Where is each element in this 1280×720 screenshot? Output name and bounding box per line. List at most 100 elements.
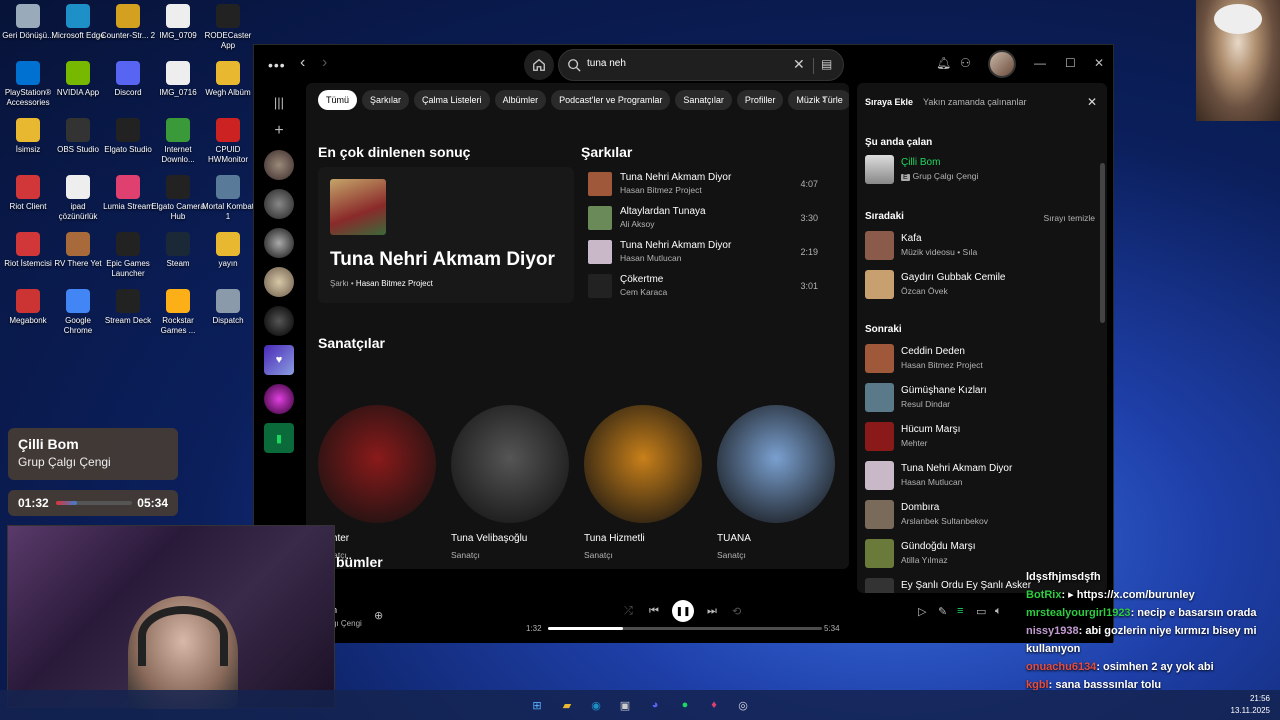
next-icon[interactable]: ⏭ bbox=[707, 605, 717, 618]
queue-item[interactable]: Ceddin Deden Hasan Bitmez Project bbox=[865, 344, 1095, 376]
browse-icon[interactable]: ▤ bbox=[821, 57, 832, 71]
discord-icon[interactable]: ◕ bbox=[645, 695, 665, 715]
desktop-icon[interactable]: Geri Dönüşü... bbox=[0, 4, 56, 41]
filter-chip[interactable]: Şarkılar bbox=[362, 90, 410, 110]
desktop-icon[interactable]: CPUID HWMonitor bbox=[200, 118, 256, 165]
desktop-icon[interactable]: Discord bbox=[100, 61, 156, 98]
desktop-icon[interactable]: OBS Studio bbox=[50, 118, 106, 155]
desktop-icon[interactable]: Steam bbox=[150, 232, 206, 269]
home-button[interactable] bbox=[524, 50, 554, 80]
friends-icon[interactable]: ⚇ bbox=[960, 56, 971, 70]
filter-chip[interactable]: Çalma Listeleri bbox=[414, 90, 490, 110]
library-item[interactable] bbox=[264, 189, 294, 219]
desktop-icon[interactable]: Riot İstemcisi bbox=[0, 232, 56, 269]
volume-icon[interactable]: 🔈︎ bbox=[995, 605, 1002, 618]
filter-chip[interactable]: Müzik Türle bbox=[788, 90, 849, 110]
lumia-icon[interactable]: ♦ bbox=[704, 695, 724, 715]
library-item[interactable] bbox=[264, 150, 294, 180]
file-explorer-icon[interactable]: ▰ bbox=[557, 695, 577, 715]
filter-chip[interactable]: Sanatçılar bbox=[675, 90, 732, 110]
tab-recently-played[interactable]: Yakın zamanda çalınanlar bbox=[923, 97, 1026, 107]
pause-button[interactable]: ❚❚ bbox=[672, 600, 694, 622]
system-clock[interactable]: 21:56 13.11.2025 bbox=[1231, 693, 1270, 717]
desktop-icon[interactable]: Epic Games Launcher bbox=[100, 232, 156, 279]
queue-item[interactable]: Hücum Marşı Mehter bbox=[865, 422, 1095, 454]
bell-icon[interactable]: 🔔︎ bbox=[936, 56, 951, 70]
desktop-icon[interactable]: Google Chrome bbox=[50, 289, 106, 336]
scrollbar[interactable] bbox=[1100, 163, 1105, 323]
filter-chip[interactable]: Profiller bbox=[736, 90, 784, 110]
search-input[interactable] bbox=[587, 58, 787, 69]
add-icon[interactable]: + bbox=[260, 122, 298, 140]
desktop-icon[interactable]: Microsoft Edge bbox=[50, 4, 106, 41]
desktop-icon[interactable]: Rockstar Games ... bbox=[150, 289, 206, 336]
queue-item[interactable]: Gaydırı Gubbak Cemile Özcan Övek bbox=[865, 270, 1095, 302]
song-row[interactable]: Çökertme Cem Karaca 3:01 bbox=[588, 271, 818, 305]
forward-arrow-icon[interactable]: › bbox=[322, 54, 327, 72]
artist-card[interactable]: MehterSanatçı bbox=[318, 405, 436, 560]
desktop-icon[interactable]: IMG_0716 bbox=[150, 61, 206, 98]
desktop-icon[interactable]: Wegh Albüm bbox=[200, 61, 256, 98]
liked-songs-item[interactable]: ♥ bbox=[264, 345, 294, 375]
lyrics-icon[interactable]: ✎ bbox=[938, 605, 947, 618]
library-item[interactable] bbox=[264, 384, 294, 414]
desktop-icon[interactable]: İsimsiz bbox=[0, 118, 56, 155]
clear-queue-button[interactable]: Sırayı temizle bbox=[1044, 213, 1096, 223]
chevron-right-icon[interactable]: › bbox=[822, 92, 826, 106]
desktop-icon[interactable]: Counter-Str... 2 bbox=[100, 4, 156, 41]
desktop-icon[interactable]: Dispatch bbox=[200, 289, 256, 326]
queue-icon[interactable]: ≡ bbox=[957, 605, 963, 617]
desktop-icon[interactable]: Stream Deck bbox=[100, 289, 156, 326]
progress-bar[interactable] bbox=[548, 627, 822, 630]
queue-item[interactable]: Tuna Nehri Akmam Diyor Hasan Mutlucan bbox=[865, 461, 1095, 493]
now-playing-view-icon[interactable]: ▷ bbox=[918, 605, 926, 618]
queue-item[interactable]: Gümüşhane Kızları Resul Dindar bbox=[865, 383, 1095, 415]
menu-dots-icon[interactable]: ••• bbox=[268, 57, 286, 73]
back-arrow-icon[interactable]: ‹ bbox=[300, 54, 305, 72]
desktop-icon[interactable]: Megabonk bbox=[0, 289, 56, 326]
desktop-icon[interactable]: Elgato Studio bbox=[100, 118, 156, 155]
close-icon[interactable]: ✕ bbox=[1094, 56, 1104, 70]
song-row[interactable]: Altaylardan Tunaya Ali Aksoy 3:30 bbox=[588, 203, 818, 237]
desktop-icon[interactable]: IMG_0709 bbox=[150, 4, 206, 41]
shuffle-icon[interactable]: ⤮ bbox=[624, 605, 633, 618]
library-item[interactable] bbox=[264, 228, 294, 258]
filter-chip[interactable]: Podcast'ler ve Programlar bbox=[551, 90, 671, 110]
connect-device-icon[interactable]: ▭ bbox=[976, 605, 986, 618]
queue-item[interactable]: Kafa Müzik videosu • Sıla bbox=[865, 231, 1095, 263]
previous-icon[interactable]: ⏮ bbox=[649, 605, 659, 618]
song-row[interactable]: Tuna Nehri Akmam Diyor Hasan Mutlucan 2:19 bbox=[588, 237, 818, 271]
maximize-icon[interactable]: ☐ bbox=[1065, 56, 1076, 70]
store-icon[interactable]: ▣ bbox=[615, 695, 635, 715]
top-result-card[interactable]: Tuna Nehri Akmam Diyor Şarkı • Hasan Bit… bbox=[318, 167, 574, 303]
minimize-icon[interactable]: — bbox=[1034, 56, 1046, 70]
now-playing-item[interactable]: Çilli Bom E Grup Çalgı Çengi bbox=[865, 155, 1095, 187]
desktop-icon[interactable]: RV There Yet bbox=[50, 232, 106, 269]
artist-card[interactable]: TUANA Sanatçı bbox=[717, 405, 835, 560]
search-bar[interactable]: ✕ ▤ bbox=[558, 49, 844, 81]
add-to-library-icon[interactable]: ⊕ bbox=[374, 609, 383, 622]
repeat-icon[interactable]: ⟲ bbox=[732, 605, 741, 618]
tab-queue[interactable]: Sıraya Ekle bbox=[865, 97, 913, 107]
desktop-icon[interactable]: Riot Client bbox=[0, 175, 56, 212]
queue-item[interactable]: Dombıra Arslanbek Sultanbekov bbox=[865, 500, 1095, 532]
queue-item[interactable]: Gündoğdu Marşı Atilla Yılmaz bbox=[865, 539, 1095, 571]
desktop-icon[interactable]: Lumia Stream bbox=[100, 175, 156, 212]
desktop-icon[interactable]: ipad çözünürlük bbox=[50, 175, 106, 222]
obs-icon[interactable]: ◎ bbox=[733, 695, 753, 715]
desktop-icon[interactable]: PlayStation® Accessories bbox=[0, 61, 56, 108]
close-icon[interactable]: ✕ bbox=[1087, 95, 1097, 109]
saved-episodes-item[interactable]: ▮ bbox=[264, 423, 294, 453]
desktop-icon[interactable]: Elgato Camera Hub bbox=[150, 175, 206, 222]
start-icon[interactable]: ⊞ bbox=[527, 695, 547, 715]
desktop-icon[interactable]: RODECaster App bbox=[200, 4, 256, 51]
desktop-icon[interactable]: Internet Downlo... bbox=[150, 118, 206, 165]
spotify-icon[interactable]: ● bbox=[675, 695, 695, 715]
desktop-icon[interactable]: Mortal Kombat 1 bbox=[200, 175, 256, 222]
song-row[interactable]: Tuna Nehri Akmam Diyor Hasan Bitmez Proje… bbox=[588, 169, 818, 203]
filter-chip[interactable]: Tümü bbox=[318, 90, 358, 110]
edge-icon[interactable]: ◉ bbox=[586, 695, 606, 715]
artist-card[interactable]: Tuna Velibaşoğlu Sanatçı bbox=[451, 405, 569, 560]
desktop-icon[interactable]: NVIDIA App bbox=[50, 61, 106, 98]
library-item[interactable] bbox=[264, 267, 294, 297]
